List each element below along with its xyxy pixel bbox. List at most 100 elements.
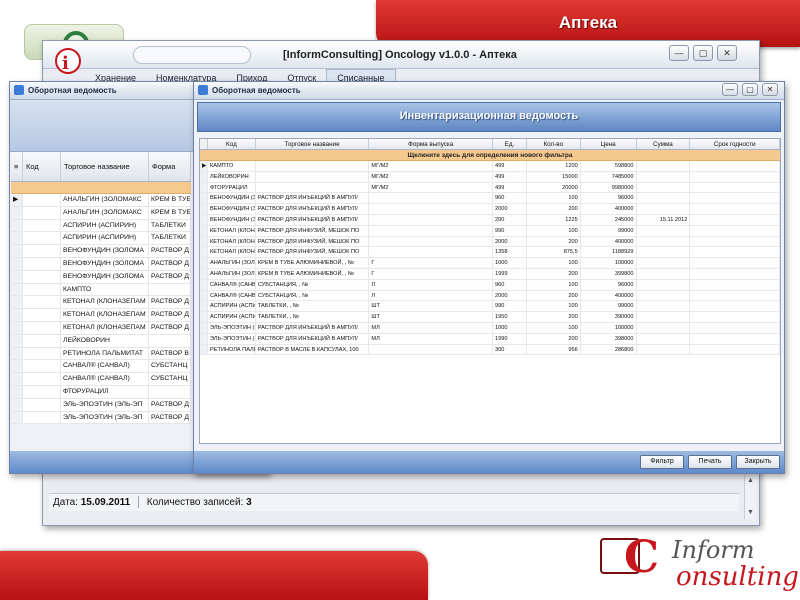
table-row[interactable]: САНВАЛ® (САНВАЛ) СУБСТАНЦ (11, 373, 191, 386)
row-selector[interactable] (11, 347, 23, 360)
minimize-button[interactable]: — (669, 45, 689, 61)
table-row[interactable]: САНВАЛ® (САНВАЛ) СУБСТАНЦ (11, 360, 191, 374)
row-selector[interactable] (11, 309, 23, 321)
row-selector[interactable] (200, 247, 208, 258)
title-search-input[interactable] (133, 46, 251, 64)
table-row[interactable]: ВЕНОФУНДИН (ЗОЛОМАКС)РАСТВОР ДЛЯ ИНЪЕКЦИ… (200, 214, 780, 226)
table-cell (690, 193, 780, 204)
col-sum[interactable]: Сумма (637, 139, 691, 149)
table-row[interactable]: ВЕНОФУНДИН (ЗОЛОМА РАСТВОР Д (11, 245, 191, 258)
row-selector[interactable] (11, 232, 23, 245)
col-quantity[interactable]: Кол-во (527, 139, 581, 149)
table-row[interactable]: ЭЛЬ-ЭПОЭТИН (ЭЛЬ-ЭПОЭТИН)РАСТВОР ДЛЯ ИНЪ… (200, 322, 780, 334)
row-selector[interactable] (11, 334, 23, 347)
row-selector[interactable] (11, 219, 23, 232)
table-row[interactable]: ВЕНОФУНДИН (ЗОЛОМАКС)РАСТВОР ДЛЯ ИНЪЕКЦИ… (200, 193, 780, 205)
table-row[interactable]: ЭЛЬ-ЭПОЭТИН (ЭЛЬ-ЭП РАСТВОР Д (11, 411, 191, 425)
inv-minimize-button[interactable]: — (722, 83, 738, 96)
table-row[interactable]: ▶ КАМПТО МГ/М2 499 1200 598800 (200, 161, 780, 172)
inv-maximize-button[interactable]: ▢ (742, 83, 758, 96)
col-name[interactable]: Торговое название (61, 152, 149, 181)
table-row[interactable]: АСПИРИН (АСПИРИН) ТАБЛЕТКИ (11, 219, 191, 233)
row-selector[interactable] (200, 204, 208, 214)
row-selector[interactable] (200, 344, 208, 355)
scroll-up-icon[interactable]: ▲ (745, 475, 756, 487)
table-row[interactable]: КЕТОНАЛ (КЛОНАЗЕПАМ)РАСТВОР ДЛЯ ИНФУЗИЙ,… (200, 236, 780, 248)
row-selector[interactable] (200, 182, 208, 193)
row-selector[interactable] (11, 270, 23, 283)
col-trade-name[interactable]: Торговое название (256, 139, 370, 149)
row-selector[interactable] (200, 268, 208, 279)
close-window-button[interactable]: Закрыть (736, 455, 780, 469)
row-selector[interactable] (11, 296, 23, 309)
row-selector[interactable] (11, 373, 23, 385)
print-button[interactable]: Печать (688, 455, 732, 469)
table-row[interactable]: АНАЛЬГИН (ЗОЛОМАКС)КРЕМ В ТУБЕ АЛЮМИНИЕВ… (200, 268, 780, 280)
col-release-form[interactable]: Форма выпуска (369, 139, 493, 149)
col-form[interactable]: Форма (149, 152, 191, 181)
row-selector[interactable] (200, 290, 208, 301)
table-row[interactable]: КАМПТО (11, 283, 191, 297)
table-row[interactable]: КЕТОНАЛ (КЛОНАЗЕПАМ РАСТВОР Д (11, 309, 191, 322)
row-selector[interactable] (200, 171, 208, 182)
row-selector[interactable] (200, 301, 208, 312)
table-row[interactable]: РЕТИНОЛА ПАЛЬМИТАТ РАСТВОР В (11, 347, 191, 361)
row-selector[interactable] (200, 258, 208, 268)
table-row[interactable]: ВЕНОФУНДИН (ЗОЛОМА РАСТВОР Д (11, 257, 191, 271)
row-selector[interactable] (200, 214, 208, 225)
table-row[interactable]: АСПИРИН (АСПИРИН)ТАБЛЕТКИ, , №ШТ99010099… (200, 301, 780, 313)
row-selector[interactable] (200, 322, 208, 333)
col-kod[interactable]: Код (23, 152, 61, 181)
vertical-scrollbar[interactable]: ▲ ▼ (744, 475, 756, 519)
row-selector[interactable] (11, 245, 23, 257)
table-row[interactable]: ФТОРУРАЦИЛ МГ/М2 499 20000 9980000 (200, 182, 780, 194)
table-row[interactable]: ЛЕЙКОВОРИН МГ/М2 499 15000 7485000 (200, 171, 780, 183)
col-unit[interactable]: Ед. (493, 139, 527, 149)
table-row[interactable]: САНВАЛ® (САНВАЛ)СУБСТАНЦИЯ, , №Л20002004… (200, 290, 780, 302)
col-expiry[interactable]: Срок годности (690, 139, 781, 149)
row-selector[interactable] (200, 333, 208, 344)
close-button[interactable]: ✕ (717, 45, 737, 61)
inv-close-button[interactable]: ✕ (762, 83, 778, 96)
table-row[interactable]: ФТОРУРАЦИЛ (11, 385, 191, 399)
table-cell: ЭЛЬ-ЭПОЭТИН (ЭЛЬ-ЭПОЭТИН) (209, 333, 256, 344)
table-row[interactable]: ▶ АНАЛЬГИН (ЗОЛОМАКСКРЕМ В ТУБЕ (11, 194, 191, 207)
table-row[interactable]: КЕТОНАЛ (КЛОНАЗЕПАМ РАСТВОР Д (11, 321, 191, 335)
table-row[interactable]: АСПИРИН (АСПИРИН) ТАБЛЕТКИ (11, 232, 191, 246)
row-selector[interactable] (11, 283, 23, 296)
row-selector[interactable]: ▶ (200, 161, 208, 171)
row-selector[interactable] (11, 398, 23, 411)
row-selector[interactable]: ▶ (11, 194, 23, 206)
row-selector[interactable] (200, 236, 208, 247)
row-selector[interactable] (200, 279, 208, 290)
table-row[interactable]: КЕТОНАЛ (КЛОНАЗЕПАМ)РАСТВОР ДЛЯ ИНФУЗИЙ,… (200, 247, 780, 259)
table-row[interactable]: ЭЛЬ-ЭПОЭТИН (ЭЛЬ-ЭП РАСТВОР Д (11, 398, 191, 412)
table-row[interactable]: ЭЛЬ-ЭПОЭТИН (ЭЛЬ-ЭПОЭТИН)РАСТВОР ДЛЯ ИНЪ… (200, 333, 780, 345)
maximize-button[interactable]: ▢ (693, 45, 713, 61)
row-selector[interactable] (11, 411, 23, 424)
table-row[interactable]: ЛЕЙКОВОРИН (11, 334, 191, 348)
col-price[interactable]: Цена (581, 139, 637, 149)
table-row[interactable]: КЕТОНАЛ (КЛОНАЗЕПАМ РАСТВОР Д (11, 296, 191, 310)
row-selector[interactable] (200, 312, 208, 322)
row-selector[interactable] (11, 321, 23, 334)
new-filter-row[interactable]: Щелкните здесь для определения нового фи… (200, 150, 780, 161)
row-selector[interactable] (11, 257, 23, 270)
row-selector[interactable] (11, 360, 23, 373)
row-selector[interactable] (11, 206, 23, 219)
filter-button[interactable]: Фильтр (640, 455, 684, 469)
row-selector[interactable] (200, 225, 208, 236)
table-row[interactable]: ВЕНОФУНДИН (ЗОЛОМА РАСТВОР Д (11, 270, 191, 284)
row-selector[interactable] (200, 193, 208, 204)
col-kod[interactable]: Код (208, 139, 256, 149)
scroll-down-icon[interactable]: ▼ (745, 507, 756, 519)
table-row[interactable]: РЕТИНОЛА ПАЛЬМИТАТ (ВИТАМИРАСТВОР В МАСЛ… (200, 344, 780, 356)
table-row[interactable]: КЕТОНАЛ (КЛОНАЗЕПАМ)РАСТВОР ДЛЯ ИНФУЗИЙ,… (200, 225, 780, 237)
table-row[interactable]: САНВАЛ® (САНВАЛ)СУБСТАНЦИЯ, , №Л96010096… (200, 279, 780, 291)
table-row[interactable]: АСПИРИН (АСПИРИН)ТАБЛЕТКИ, , №ШТ19502003… (200, 312, 780, 323)
table-row[interactable]: АНАЛЬГИН (ЗОЛОМАКСКРЕМ В ТУБЕ (11, 206, 191, 220)
table-row[interactable]: АНАЛЬГИН (ЗОЛОМАКС)КРЕМ В ТУБЕ АЛЮМИНИЕВ… (200, 258, 780, 269)
table-row[interactable]: ВЕНОФУНДИН (ЗОЛОМАКС)РАСТВОР ДЛЯ ИНЪЕКЦИ… (200, 204, 780, 215)
turnover-filter-row[interactable] (11, 182, 191, 194)
row-selector[interactable] (11, 385, 23, 398)
